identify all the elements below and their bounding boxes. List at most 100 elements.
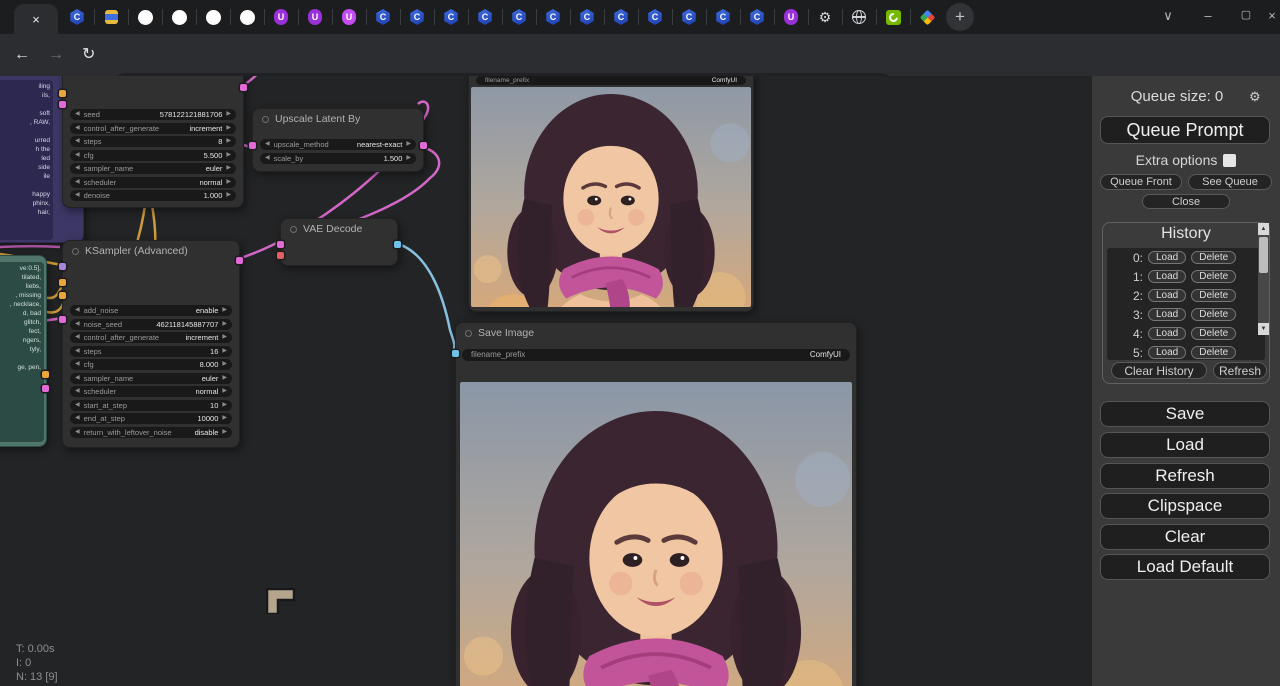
browser-tab[interactable]: U [774,0,808,34]
minimize-icon[interactable]: – [1198,8,1218,23]
history-delete-button[interactable]: Delete [1191,289,1236,302]
increment-icon[interactable]: ▶ [222,373,227,384]
clipspace-button[interactable]: Clipspace [1100,493,1270,519]
decrement-icon[interactable]: ◀ [75,359,80,370]
increment-icon[interactable]: ▶ [222,359,227,370]
browser-tab[interactable]: U [298,0,332,34]
negative-prompt-text[interactable]: ve:0.5],tilated,liebs,, missing, necklac… [0,262,44,442]
widget-scheduler[interactable]: ◀schedulernormal▶ [70,386,232,397]
decrement-icon[interactable]: ◀ [75,400,80,411]
decrement-icon[interactable]: ◀ [75,413,80,424]
increment-icon[interactable]: ▶ [406,139,411,150]
history-load-button[interactable]: Load [1148,289,1186,302]
browser-tab[interactable] [162,0,196,34]
clear-history-button[interactable]: Clear History [1111,362,1207,379]
widget-control_after_generate[interactable]: ◀control_after_generateincrement▶ [70,123,236,134]
filename-prefix-value[interactable]: ComfyUI [712,76,737,85]
history-delete-button[interactable]: Delete [1191,327,1236,340]
browser-tab[interactable]: C [366,0,400,34]
decrement-icon[interactable]: ◀ [75,150,80,161]
forward-arrow-icon[interactable]: → [48,46,64,64]
generated-image-preview[interactable] [471,87,751,307]
widget-control_after_generate[interactable]: ◀control_after_generateincrement▶ [70,332,232,343]
increment-icon[interactable]: ▶ [222,332,227,343]
widget-return_with_leftover_noise[interactable]: ◀return_with_leftover_noisedisable▶ [70,427,232,438]
load-default-button[interactable]: Load Default [1100,554,1270,580]
tab-close-icon[interactable]: × [32,12,40,27]
new-tab-button[interactable]: + [946,3,974,31]
history-load-button[interactable]: Load [1148,308,1186,321]
decrement-icon[interactable]: ◀ [75,123,80,134]
widget-denoise[interactable]: ◀denoise1.000▶ [70,190,236,201]
increment-icon[interactable]: ▶ [226,109,231,120]
widget-upscale_method[interactable]: ◀upscale_methodnearest-exact▶ [260,139,416,150]
widget-sampler_name[interactable]: ◀sampler_nameeuler▶ [70,373,232,384]
vae-decode-node[interactable]: VAE Decode [280,218,398,266]
node-graph-canvas[interactable]: ilingils, soft, RAW, urredh theledsideil… [0,76,1092,686]
load-button[interactable]: Load [1100,432,1270,458]
increment-icon[interactable]: ▶ [222,346,227,357]
collapse-dot-icon[interactable] [262,116,269,123]
increment-icon[interactable]: ▶ [226,136,231,147]
decrement-icon[interactable]: ◀ [75,109,80,120]
refresh-button[interactable]: Refresh [1100,463,1270,489]
chevron-down-icon[interactable]: ∨ [1158,8,1178,24]
increment-icon[interactable]: ▶ [222,319,227,330]
history-scrollbar[interactable]: ▲ ▼ [1258,223,1269,335]
close-button[interactable]: Close [1142,194,1230,209]
active-tab[interactable]: × [14,4,58,34]
collapse-dot-icon[interactable] [290,226,297,233]
latent-output-slot[interactable] [240,84,247,91]
refresh-history-button[interactable]: Refresh [1213,362,1267,379]
close-window-icon[interactable]: × [1262,8,1280,23]
browser-tab[interactable] [910,0,944,34]
ksampler-advanced-node[interactable]: KSampler (Advanced) ◀add_noiseenable▶◀no… [62,240,240,448]
queue-prompt-button[interactable]: Queue Prompt [1100,116,1270,144]
browser-tab[interactable] [196,0,230,34]
decrement-icon[interactable]: ◀ [265,139,270,150]
increment-icon[interactable]: ▶ [222,386,227,397]
browser-tab[interactable]: C [638,0,672,34]
browser-tab[interactable] [876,0,910,34]
widget-sampler_name[interactable]: ◀sampler_nameeuler▶ [70,163,236,174]
browser-tab[interactable] [230,0,264,34]
browser-tab[interactable]: C [706,0,740,34]
save-image-bottom-node[interactable]: Save Image filename_prefix ComfyUI [455,322,857,686]
increment-icon[interactable]: ▶ [406,153,411,164]
browser-tab[interactable]: C [604,0,638,34]
see-queue-button[interactable]: See Queue [1188,174,1272,190]
history-load-button[interactable]: Load [1148,270,1186,283]
increment-icon[interactable]: ▶ [226,150,231,161]
samples-input-slot[interactable] [277,241,284,248]
clip-text-encode-negative-node[interactable]: ve:0.5],tilated,liebs,, missing, necklac… [0,255,47,447]
browser-tab[interactable]: C [672,0,706,34]
back-arrow-icon[interactable]: ← [14,46,30,64]
browser-tab[interactable] [94,0,128,34]
generated-image-preview[interactable] [460,382,852,686]
decrement-icon[interactable]: ◀ [265,153,270,164]
extra-options-checkbox[interactable] [1223,154,1236,167]
history-load-button[interactable]: Load [1148,327,1186,340]
browser-tab[interactable] [128,0,162,34]
decrement-icon[interactable]: ◀ [75,136,80,147]
widget-seed[interactable]: ◀seed578122121881706▶ [70,109,236,120]
upscale-latent-node[interactable]: Upscale Latent By ◀upscale_methodnearest… [252,108,424,172]
widget-start_at_step[interactable]: ◀start_at_step10▶ [70,400,232,411]
history-delete-button[interactable]: Delete [1191,251,1236,264]
browser-tab[interactable]: C [468,0,502,34]
latent-output-slot[interactable] [236,257,243,264]
browser-tab[interactable]: C [60,0,94,34]
settings-gear-icon[interactable]: ⚙ [1249,89,1261,105]
reload-icon[interactable]: ↻ [82,46,95,64]
increment-icon[interactable]: ▶ [222,400,227,411]
increment-icon[interactable]: ▶ [226,190,231,201]
positive-input-slot[interactable] [59,279,66,286]
browser-tab[interactable]: U [264,0,298,34]
image-output-slot[interactable] [394,241,401,248]
save-button[interactable]: Save [1100,401,1270,427]
widget-add_noise[interactable]: ◀add_noiseenable▶ [70,305,232,316]
widget-cfg[interactable]: ◀cfg8.000▶ [70,359,232,370]
widget-end_at_step[interactable]: ◀end_at_step10000▶ [70,413,232,424]
conditioning-input-slot[interactable] [59,90,66,97]
browser-tab[interactable] [842,0,876,34]
